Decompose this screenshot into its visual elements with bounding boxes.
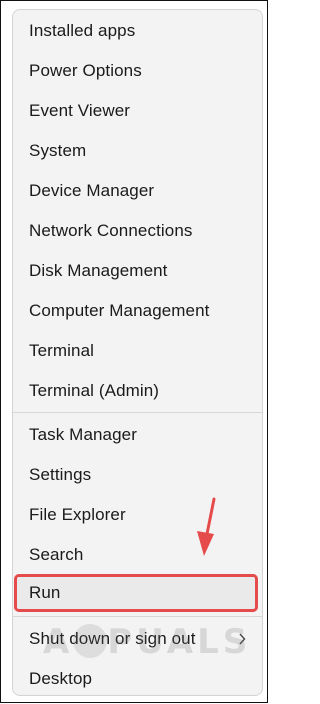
menu-item-power-options[interactable]: Power Options — [15, 54, 260, 88]
menu-item-label: Terminal — [29, 341, 95, 360]
menu-item-label: Shut down or sign out — [29, 629, 196, 648]
menu-item-installed-apps[interactable]: Installed apps — [15, 14, 260, 48]
menu-item-label: Power Options — [29, 61, 142, 80]
menu-item-label: Task Manager — [29, 425, 137, 444]
menu-item-device-manager[interactable]: Device Manager — [15, 174, 260, 208]
menu-item-computer-management[interactable]: Computer Management — [15, 294, 260, 328]
menu-separator — [13, 616, 262, 617]
menu-item-terminal-admin[interactable]: Terminal (Admin) — [15, 374, 260, 408]
menu-item-label: Search — [29, 545, 84, 564]
menu-item-run[interactable]: Run — [15, 576, 260, 610]
winx-context-menu: Installed apps Power Options Event Viewe… — [12, 9, 263, 696]
menu-item-file-explorer[interactable]: File Explorer — [15, 498, 260, 532]
menu-item-event-viewer[interactable]: Event Viewer — [15, 94, 260, 128]
menu-item-label: Device Manager — [29, 181, 155, 200]
chevron-right-icon — [238, 622, 246, 656]
menu-item-settings[interactable]: Settings — [15, 458, 260, 492]
menu-item-label: Terminal (Admin) — [29, 381, 160, 400]
menu-separator — [13, 412, 262, 413]
menu-item-system[interactable]: System — [15, 134, 260, 168]
menu-item-desktop[interactable]: Desktop — [15, 662, 260, 695]
menu-item-disk-management[interactable]: Disk Management — [15, 254, 260, 288]
menu-item-shut-down[interactable]: Shut down or sign out — [15, 622, 260, 656]
menu-item-search[interactable]: Search — [15, 538, 260, 572]
screenshot-frame: Installed apps Power Options Event Viewe… — [0, 0, 268, 703]
menu-item-label: Run — [29, 583, 61, 602]
menu-item-label: System — [29, 141, 87, 160]
menu-item-label: Network Connections — [29, 221, 193, 240]
menu-item-label: File Explorer — [29, 505, 126, 524]
menu-item-label: Installed apps — [29, 21, 136, 40]
menu-item-label: Computer Management — [29, 301, 210, 320]
menu-item-label: Event Viewer — [29, 101, 131, 120]
menu-item-label: Settings — [29, 465, 92, 484]
menu-item-label: Disk Management — [29, 261, 168, 280]
menu-item-network-connections[interactable]: Network Connections — [15, 214, 260, 248]
menu-item-terminal[interactable]: Terminal — [15, 334, 260, 368]
menu-item-task-manager[interactable]: Task Manager — [15, 418, 260, 452]
menu-item-label: Desktop — [29, 669, 93, 688]
